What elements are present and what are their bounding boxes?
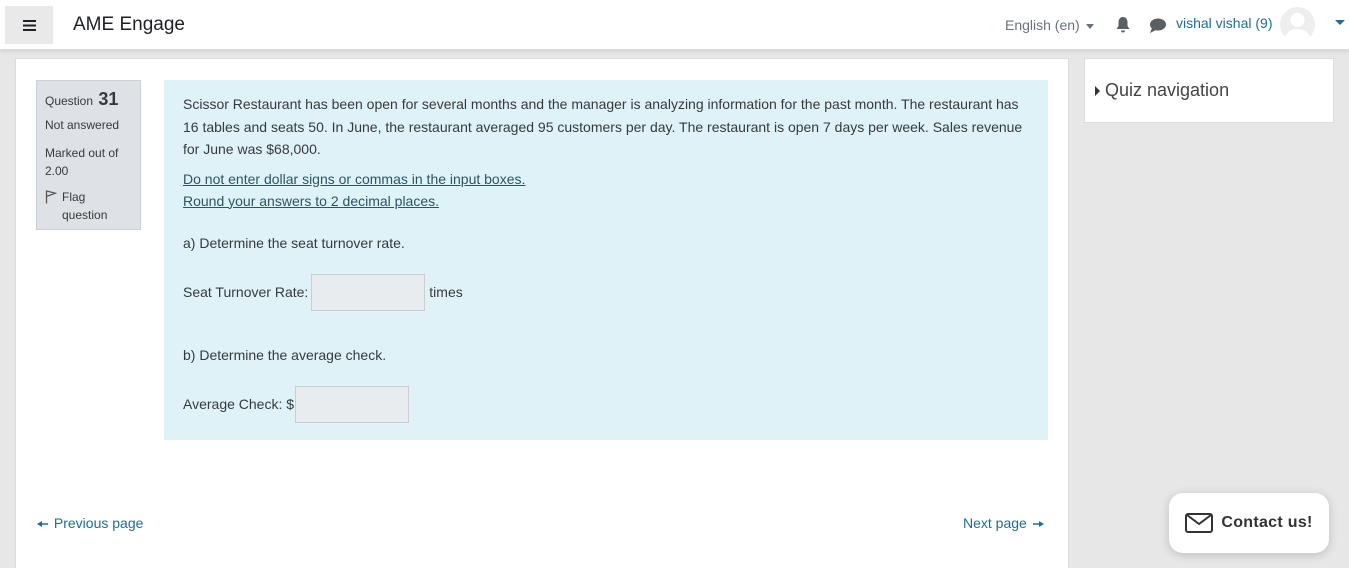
question-grade: Marked out of 2.00 bbox=[45, 146, 119, 178]
menu-toggle-button[interactable] bbox=[5, 6, 53, 44]
arrow-left-icon bbox=[37, 521, 48, 528]
flag-question-button[interactable]: Flag question bbox=[45, 188, 132, 224]
question-text: Scissor Restaurant has been open for sev… bbox=[183, 96, 1023, 157]
user-menu-chevron-icon[interactable] bbox=[1335, 20, 1345, 25]
question-number: Question 31 bbox=[45, 89, 132, 110]
language-label: English (en) bbox=[1005, 17, 1080, 33]
avatar-silhouette-icon bbox=[1284, 13, 1311, 42]
flag-outline-icon bbox=[45, 190, 57, 204]
hamburger-icon bbox=[22, 19, 36, 31]
quiz-navigation-block: Quiz navigation bbox=[1084, 58, 1334, 123]
contact-us-label: Contact us! bbox=[1221, 514, 1313, 531]
quiz-navigation-toggle[interactable]: Quiz navigation bbox=[1095, 80, 1229, 101]
average-check-label: Average Check: $ bbox=[183, 396, 295, 412]
seat-turnover-label: Seat Turnover Rate: bbox=[183, 284, 309, 300]
part-a-prompt: a) Determine the seat turnover rate. bbox=[183, 234, 405, 251]
average-check-row: Average Check: $ bbox=[183, 385, 1029, 423]
next-page-link[interactable]: Next page bbox=[963, 515, 1044, 531]
top-navbar: AME Engage English (en) vishal vishal (9… bbox=[0, 0, 1349, 50]
average-check-input[interactable] bbox=[295, 385, 410, 423]
main-content: Question 31 Not answered Marked out of 2… bbox=[15, 58, 1069, 568]
instruction-rounding: Round your answers to 2 decimal places. bbox=[183, 192, 440, 209]
seat-turnover-input[interactable] bbox=[311, 273, 426, 311]
chat-bubble-icon[interactable] bbox=[1149, 17, 1167, 34]
bell-icon[interactable] bbox=[1115, 16, 1131, 34]
question-info-panel: Question 31 Not answered Marked out of 2… bbox=[36, 80, 141, 230]
caret-right-icon bbox=[1095, 85, 1100, 96]
site-name-link[interactable]: AME Engage bbox=[73, 14, 185, 36]
seat-turnover-row: Seat Turnover Rate: times bbox=[183, 273, 1029, 311]
flag-question-label: Flag question bbox=[62, 190, 108, 222]
instructions: Do not enter dollar signs or commas in t… bbox=[183, 168, 1029, 212]
user-name-link[interactable]: vishal vishal (9) bbox=[1176, 15, 1272, 31]
question-label: Question bbox=[45, 94, 94, 108]
seat-turnover-unit: times bbox=[429, 284, 463, 300]
arrow-right-icon bbox=[1032, 521, 1044, 528]
chevron-down-icon bbox=[1085, 23, 1094, 29]
question-number-value: 31 bbox=[98, 89, 119, 109]
previous-page-label: Previous page bbox=[53, 515, 144, 531]
contact-us-button[interactable]: Contact us! bbox=[1169, 493, 1329, 553]
next-page-label: Next page bbox=[963, 515, 1027, 531]
language-menu[interactable]: English (en) bbox=[1005, 17, 1094, 33]
quiz-navigation-title: Quiz navigation bbox=[1105, 80, 1230, 100]
question-content: Scissor Restaurant has been open for sev… bbox=[164, 80, 1048, 440]
instruction-no-symbols: Do not enter dollar signs or commas in t… bbox=[183, 170, 526, 187]
part-b-prompt: b) Determine the average check. bbox=[183, 346, 387, 363]
user-avatar-icon[interactable] bbox=[1280, 7, 1315, 42]
question-state: Not answered bbox=[45, 118, 120, 132]
previous-page-link[interactable]: Previous page bbox=[37, 515, 143, 531]
envelope-icon bbox=[1185, 513, 1214, 533]
